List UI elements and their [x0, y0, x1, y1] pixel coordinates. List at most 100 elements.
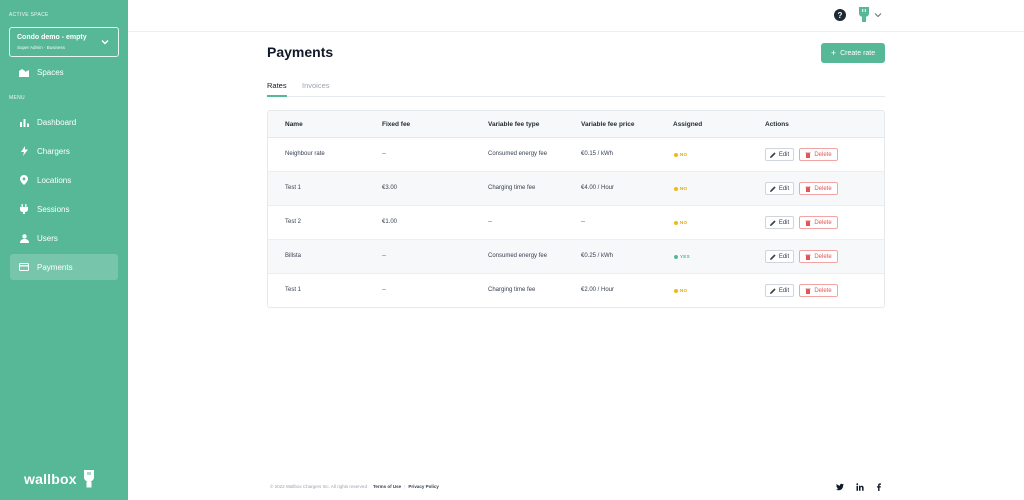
variable-fee-type: -- [488, 219, 492, 225]
plus-icon: + [830, 47, 837, 58]
top-bar: ? [128, 0, 1024, 32]
space-selector[interactable]: Condo demo - empty Super Admin · Busines… [9, 27, 119, 57]
column-header: Variable fee type [488, 121, 540, 128]
sidebar-item-sessions[interactable]: Sessions [10, 196, 118, 222]
variable-fee-type: Charging time fee [488, 185, 536, 191]
fixed-fee: -- [382, 151, 386, 157]
sidebar-item-label: Locations [37, 175, 72, 185]
fixed-fee: -- [382, 253, 386, 259]
sidebar-item-label: Users [37, 233, 58, 243]
copyright-text: © 2022 Wallbox Chargers Inc. All rights … [270, 484, 367, 489]
pencil-icon [769, 287, 776, 294]
edit-button[interactable]: Edit [765, 216, 794, 229]
wallbox-logo: wallbox [24, 470, 97, 488]
delete-button[interactable]: Delete [799, 182, 838, 195]
privacy-link[interactable]: Privacy Policy [408, 484, 439, 489]
delete-button[interactable]: Delete [799, 284, 838, 297]
sidebar-item-label: Payments [37, 262, 73, 272]
edit-button[interactable]: Edit [765, 148, 794, 161]
map-pin-icon [17, 173, 31, 187]
assigned-badge: YES [674, 254, 690, 259]
delete-button[interactable]: Delete [799, 148, 838, 161]
table-row: Test 2 €1.00 -- -- NO Edit Delete [268, 206, 884, 240]
column-header: Actions [765, 121, 789, 128]
twitter-icon[interactable] [836, 483, 844, 491]
assigned-badge: NO [674, 288, 687, 293]
sidebar-item-spaces[interactable]: Spaces [10, 59, 118, 85]
variable-fee-type: Consumed energy fee [488, 151, 548, 157]
create-rate-label: Create rate [840, 49, 876, 57]
sidebar-item-chargers[interactable]: Chargers [10, 138, 118, 164]
sidebar-item-label: Dashboard [37, 117, 77, 127]
terms-link[interactable]: Terms of Use [373, 484, 401, 489]
space-role: Super Admin · Business [17, 45, 66, 50]
bar-chart-icon [17, 115, 31, 129]
assigned-badge: NO [674, 220, 687, 225]
table-row: Neighbour rate -- Consumed energy fee €0… [268, 138, 884, 172]
tab-invoices[interactable]: Invoices [302, 81, 330, 97]
pencil-icon [769, 151, 776, 158]
space-name: Condo demo - empty [17, 34, 87, 41]
tab-rates[interactable]: Rates [267, 81, 287, 97]
chevron-down-icon[interactable] [874, 11, 882, 19]
delete-button[interactable]: Delete [799, 216, 838, 229]
active-space-label: ACTIVE SPACE [9, 12, 49, 18]
variable-fee-price: €0.25 / kWh [581, 253, 614, 259]
tabs: Rates Invoices [267, 78, 885, 97]
pencil-icon [769, 253, 776, 260]
assigned-badge: NO [674, 152, 687, 157]
buildings-icon [17, 65, 31, 79]
delete-button[interactable]: Delete [799, 250, 838, 263]
table-row: Test 1 -- Charging time fee €2.00 / Hour… [268, 274, 884, 307]
sidebar-item-label: Sessions [37, 204, 70, 214]
facebook-icon[interactable] [875, 483, 883, 491]
table-row: Billsta -- Consumed energy fee €0.25 / k… [268, 240, 884, 274]
sidebar: ACTIVE SPACE Condo demo - empty Super Ad… [0, 0, 128, 500]
pencil-icon [769, 185, 776, 192]
trash-icon [805, 152, 811, 158]
help-icon[interactable]: ? [834, 9, 846, 21]
variable-fee-type: Consumed energy fee [488, 253, 548, 259]
footer: © 2022 Wallbox Chargers Inc. All rights … [270, 484, 439, 489]
trash-icon [805, 254, 811, 260]
variable-fee-price: €0.15 / kWh [581, 151, 614, 157]
table-row: Test 1 €3.00 Charging time fee €4.00 / H… [268, 172, 884, 206]
fixed-fee: €1.00 [382, 219, 398, 225]
create-rate-button[interactable]: + Create rate [821, 43, 885, 63]
plug-icon [17, 202, 31, 216]
trash-icon [805, 288, 811, 294]
table-header: Name Fixed fee Variable fee type Variabl… [268, 111, 884, 138]
linkedin-icon[interactable] [856, 483, 864, 491]
assigned-badge: NO [674, 186, 687, 191]
column-header: Name [285, 121, 303, 128]
credit-card-icon [17, 260, 31, 274]
sidebar-item-payments[interactable]: Payments [10, 254, 118, 280]
user-icon [17, 231, 31, 245]
avatar[interactable] [858, 7, 870, 23]
sidebar-item-users[interactable]: Users [10, 225, 118, 251]
chevron-down-icon [101, 40, 109, 45]
rate-name: Test 1 [285, 287, 302, 293]
variable-fee-price: €4.00 / Hour [581, 185, 615, 191]
pencil-icon [769, 219, 776, 226]
sidebar-item-dashboard[interactable]: Dashboard [10, 109, 118, 135]
edit-button[interactable]: Edit [765, 284, 794, 297]
rate-name: Billsta [285, 253, 302, 259]
sidebar-item-label: Spaces [37, 67, 64, 77]
edit-button[interactable]: Edit [765, 250, 794, 263]
edit-button[interactable]: Edit [765, 182, 794, 195]
fixed-fee: €3.00 [382, 185, 398, 191]
rates-table: Name Fixed fee Variable fee type Variabl… [267, 110, 885, 308]
menu-label: MENU [9, 95, 25, 101]
wallbox-mark-icon [83, 470, 94, 488]
sidebar-item-locations[interactable]: Locations [10, 167, 118, 193]
fixed-fee: -- [382, 287, 386, 293]
logo-text: wallbox [24, 471, 77, 487]
rate-name: Neighbour rate [285, 151, 325, 157]
variable-fee-type: Charging time fee [488, 287, 536, 293]
variable-fee-price: €2.00 / Hour [581, 287, 615, 293]
column-header: Assigned [673, 121, 703, 128]
trash-icon [805, 186, 811, 192]
rate-name: Test 2 [285, 219, 302, 225]
rate-name: Test 1 [285, 185, 302, 191]
